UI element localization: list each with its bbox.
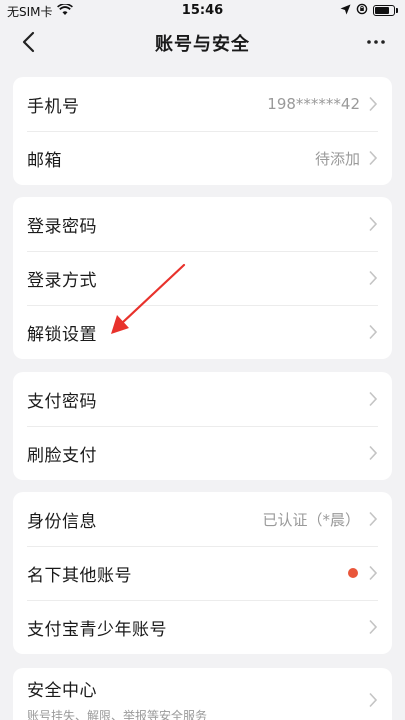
security-center-text: 安全中心 账号挂失、解限、举报等安全服务 — [27, 676, 368, 720]
login-method-row[interactable]: 登录方式 — [13, 251, 392, 305]
identity-info-row[interactable]: 身份信息 已认证（*晨） — [13, 492, 392, 546]
chevron-right-icon — [368, 391, 378, 407]
chevron-right-icon — [368, 270, 378, 286]
email-row[interactable]: 邮箱 待添加 — [13, 131, 392, 185]
security-center-label: 安全中心 — [27, 681, 97, 701]
identity-info-label: 身份信息 — [27, 511, 97, 532]
security-center-row[interactable]: 安全中心 账号挂失、解限、举报等安全服务 — [13, 668, 392, 720]
chevron-right-icon — [368, 96, 378, 112]
other-accounts-row[interactable]: 名下其他账号 — [13, 546, 392, 600]
phone-row[interactable]: 手机号 198******42 — [13, 77, 392, 131]
chevron-right-icon — [368, 619, 378, 635]
chevron-right-icon — [368, 445, 378, 461]
face-pay-label: 刷脸支付 — [27, 445, 97, 466]
login-card: 登录密码 登录方式 解锁设置 — [13, 197, 392, 359]
location-icon — [340, 4, 351, 18]
payment-password-row[interactable]: 支付密码 — [13, 372, 392, 426]
notification-dot — [348, 568, 358, 578]
teen-account-row[interactable]: 支付宝青少年账号 — [13, 600, 392, 654]
login-method-label: 登录方式 — [27, 270, 97, 291]
security-center-card: 安全中心 账号挂失、解限、举报等安全服务 — [13, 668, 392, 720]
teen-account-label: 支付宝青少年账号 — [27, 619, 167, 640]
unlock-settings-label: 解锁设置 — [27, 324, 97, 345]
email-label: 邮箱 — [27, 150, 62, 171]
page-title: 账号与安全 — [155, 34, 250, 55]
account-card: 手机号 198******42 邮箱 待添加 — [13, 77, 392, 185]
login-password-row[interactable]: 登录密码 — [13, 197, 392, 251]
phone-value: 198******42 — [267, 95, 360, 113]
status-right — [340, 3, 398, 18]
status-bar: 无SIM卡 15:46 — [0, 0, 405, 22]
identity-card: 身份信息 已认证（*晨） 名下其他账号 支付宝青少年账号 — [13, 492, 392, 654]
chevron-right-icon — [368, 692, 378, 708]
login-password-label: 登录密码 — [27, 216, 97, 237]
chevron-right-icon — [368, 216, 378, 232]
more-dots-icon — [367, 40, 385, 44]
chevron-right-icon — [368, 324, 378, 340]
battery-icon — [373, 5, 398, 16]
more-button[interactable] — [361, 28, 391, 56]
rotation-lock-icon — [356, 3, 368, 18]
phone-label: 手机号 — [27, 96, 80, 117]
other-accounts-label: 名下其他账号 — [27, 565, 132, 586]
battery-level — [375, 7, 389, 14]
navigation-bar: 账号与安全 — [0, 22, 405, 62]
chevron-right-icon — [368, 511, 378, 527]
face-pay-row[interactable]: 刷脸支付 — [13, 426, 392, 480]
unlock-settings-row[interactable]: 解锁设置 — [13, 305, 392, 359]
identity-info-value: 已认证（*晨） — [262, 510, 360, 529]
chevron-right-icon — [368, 150, 378, 166]
payment-password-label: 支付密码 — [27, 391, 97, 412]
security-center-subtitle: 账号挂失、解限、举报等安全服务 — [27, 709, 208, 720]
payment-card: 支付密码 刷脸支付 — [13, 372, 392, 480]
email-value: 待添加 — [314, 149, 360, 168]
chevron-right-icon — [368, 565, 378, 581]
